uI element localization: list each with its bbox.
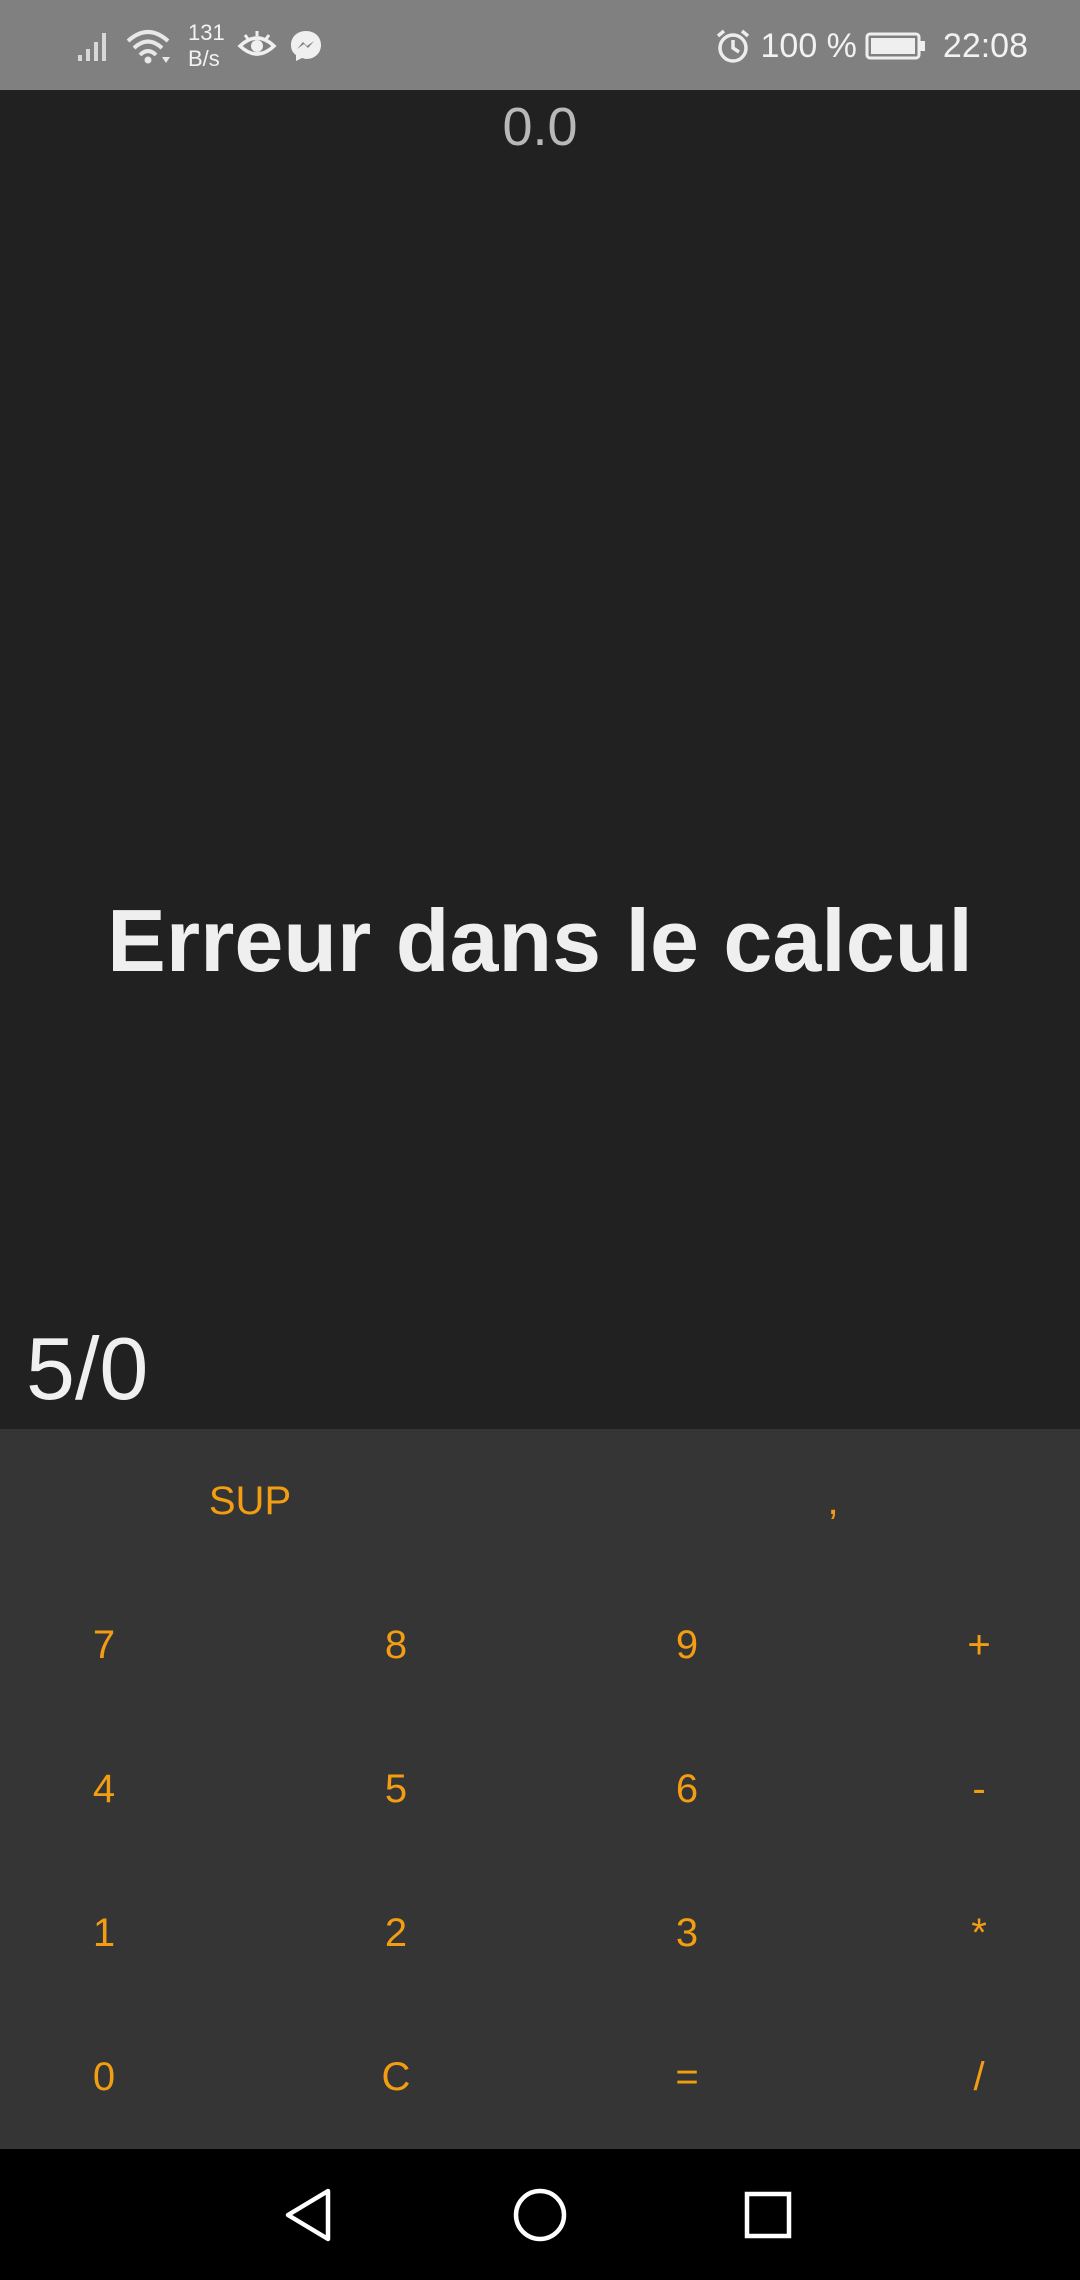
signal-icon (76, 29, 112, 63)
network-speed: 131 B/s (188, 20, 225, 72)
messenger-icon (289, 29, 323, 63)
home-icon[interactable] (504, 2179, 576, 2251)
calculator-screen: 131 B/s 100 % 22:08 0.0 Erreur dans le c… (0, 0, 1080, 2280)
delete-button[interactable]: SUP (0, 1429, 500, 1573)
digit-8-button[interactable]: 8 (292, 1573, 500, 1717)
navigation-bar (0, 2149, 1080, 2280)
digit-1-button[interactable]: 1 (0, 1861, 208, 2005)
network-speed-value: 131 (188, 20, 225, 45)
battery-percent: 100 % (760, 26, 857, 65)
status-bar-right: 100 % 22:08 (715, 18, 1028, 74)
digit-5-button[interactable]: 5 (292, 1717, 500, 1861)
error-message: Erreur dans le calcul (107, 891, 973, 990)
battery-icon (865, 31, 927, 61)
digit-4-button[interactable]: 4 (0, 1717, 208, 1861)
digit-3-button[interactable]: 3 (583, 1861, 791, 2005)
back-icon[interactable] (272, 2179, 344, 2251)
eye-icon (237, 30, 277, 62)
keypad: SUP , 7 8 9 + 4 5 6 - 1 2 3 * 0 C = / (0, 1429, 1080, 2149)
expression-display: 5/0 (26, 1319, 149, 1418)
minus-button[interactable]: - (875, 1717, 1080, 1861)
plus-button[interactable]: + (875, 1573, 1080, 1717)
alarm-icon (715, 28, 751, 64)
previous-result: 0.0 (502, 97, 578, 157)
status-bar: 131 B/s 100 % 22:08 (0, 0, 1080, 90)
clear-button[interactable]: C (292, 2005, 500, 2149)
decimal-comma-button[interactable]: , (583, 1429, 1080, 1573)
status-bar-left: 131 B/s (76, 18, 323, 74)
digit-6-button[interactable]: 6 (583, 1717, 791, 1861)
clock: 22:08 (942, 26, 1028, 65)
equals-button[interactable]: = (583, 2005, 791, 2149)
digit-9-button[interactable]: 9 (583, 1573, 791, 1717)
recent-apps-icon[interactable] (732, 2179, 804, 2251)
divide-button[interactable]: / (875, 2005, 1080, 2149)
multiply-button[interactable]: * (875, 1861, 1080, 2005)
digit-7-button[interactable]: 7 (0, 1573, 208, 1717)
digit-0-button[interactable]: 0 (0, 2005, 208, 2149)
digit-2-button[interactable]: 2 (292, 1861, 500, 2005)
network-speed-unit: B/s (188, 46, 220, 71)
wifi-icon (124, 27, 172, 65)
